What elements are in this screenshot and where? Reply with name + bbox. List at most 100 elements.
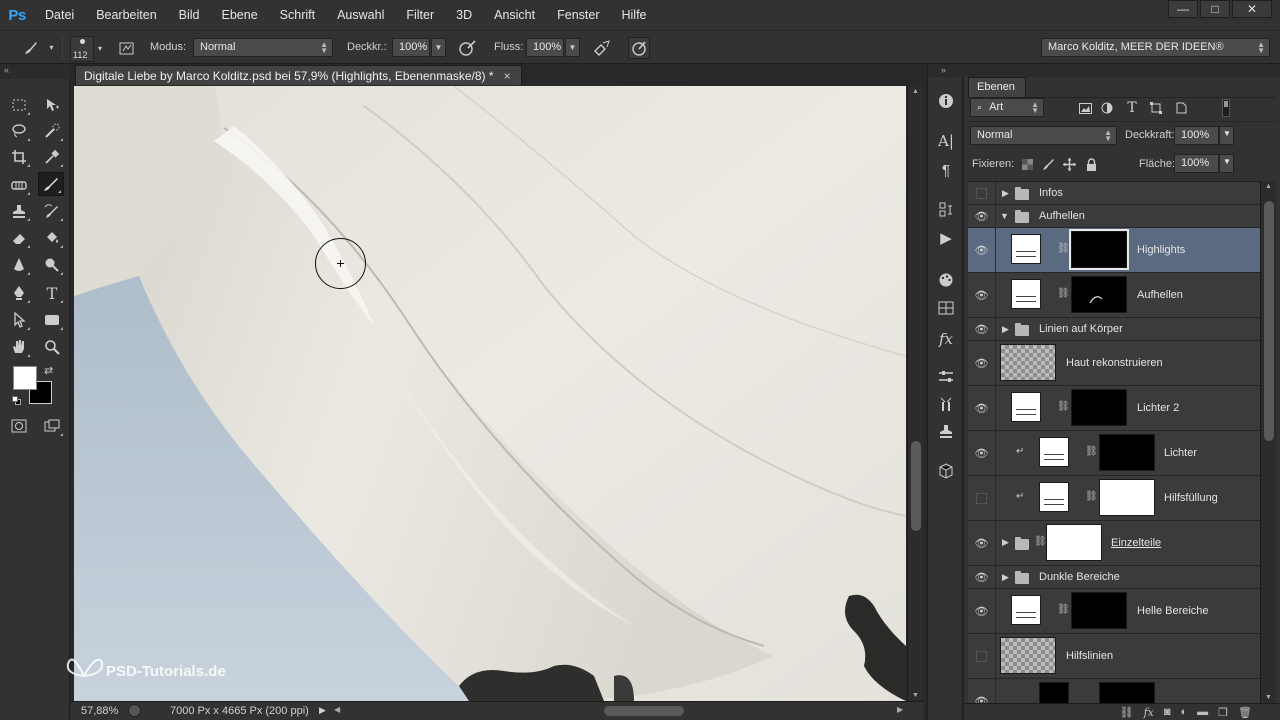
layer-row-highlights[interactable]: 👁 ⛓ Highlights xyxy=(968,228,1260,273)
brush-tool-icon[interactable] xyxy=(38,172,64,196)
eye-icon[interactable]: 👁 xyxy=(968,521,996,565)
brush-panel-toggle-icon[interactable] xyxy=(116,37,138,59)
actions-panel-icon[interactable]: ▶ xyxy=(933,226,959,250)
menu-ebene[interactable]: Ebene xyxy=(211,8,269,22)
menu-hilfe[interactable]: Hilfe xyxy=(611,8,658,22)
layer-mask-thumbnail[interactable] xyxy=(1099,682,1155,703)
layer-row-dunkle-bereiche[interactable]: 👁 ▶ Dunkle Bereiche xyxy=(968,566,1260,589)
scroll-down-icon[interactable]: ▼ xyxy=(1265,694,1272,701)
eye-icon[interactable]: 👁 xyxy=(968,273,996,317)
eye-icon[interactable]: 👁 xyxy=(968,589,996,633)
fill-dropdown[interactable]: ▼ xyxy=(1219,154,1234,173)
menu-bild[interactable]: Bild xyxy=(168,8,211,22)
paragraph-panel-icon[interactable]: ¶ xyxy=(933,158,959,182)
new-adjustment-icon[interactable]: ◐ xyxy=(1181,706,1188,718)
clone-stamp-icon[interactable] xyxy=(6,199,32,223)
brush-size-dropdown-arrow[interactable]: ▾ xyxy=(95,42,105,54)
visibility-toggle[interactable] xyxy=(968,476,996,520)
scroll-left-icon[interactable]: ◀ xyxy=(334,705,340,714)
visibility-toggle[interactable] xyxy=(968,634,996,678)
hand-tool-icon[interactable] xyxy=(6,335,32,359)
menu-schrift[interactable]: Schrift xyxy=(269,8,326,22)
eye-icon[interactable]: 👁 xyxy=(968,431,996,475)
blur-tool-icon[interactable] xyxy=(6,253,32,277)
menu-fenster[interactable]: Fenster xyxy=(546,8,610,22)
maximize-button[interactable]: □ xyxy=(1200,0,1230,18)
expand-triangle-icon[interactable]: ▶ xyxy=(1002,537,1009,548)
swap-colors-icon[interactable]: ⇄ xyxy=(44,364,53,377)
zoom-level[interactable]: 57,88% xyxy=(81,705,118,717)
status-menu-arrow-icon[interactable]: ▶ xyxy=(319,705,326,716)
layer-row-haut-rekonstruieren[interactable]: 👁 Haut rekonstruieren xyxy=(968,341,1260,386)
layer-row-lichter[interactable]: 👁 ↵ ⛓ Lichter xyxy=(968,431,1260,476)
canvas-horizontal-scroll-thumb[interactable] xyxy=(604,706,684,716)
new-layer-icon[interactable]: ❐ xyxy=(1218,706,1228,719)
adjustments-panel-icon[interactable] xyxy=(933,365,959,389)
color-panel-icon[interactable] xyxy=(933,296,959,320)
layer-row-lichter-2[interactable]: 👁 ⛓ Lichter 2 xyxy=(968,386,1260,431)
menu-datei[interactable]: Datei xyxy=(34,8,85,22)
filter-adjustment-icon[interactable] xyxy=(1098,99,1116,117)
eye-icon[interactable]: 👁 xyxy=(968,318,996,340)
airbrush-icon[interactable] xyxy=(591,37,613,59)
styles-panel-icon[interactable]: fx xyxy=(933,327,959,351)
document-canvas[interactable] xyxy=(74,86,906,701)
layer-mask-thumbnail[interactable] xyxy=(1099,434,1155,471)
scroll-up-icon[interactable]: ▲ xyxy=(1265,183,1272,190)
flow-input[interactable]: 100% xyxy=(526,38,564,57)
swatches-panel-icon[interactable] xyxy=(933,268,959,292)
canvas-vertical-scroll-thumb[interactable] xyxy=(911,441,921,531)
info-panel-icon[interactable] xyxy=(933,89,959,113)
menu-3d[interactable]: 3D xyxy=(445,8,483,22)
chain-link-icon[interactable]: ⛓ xyxy=(1034,536,1047,547)
visibility-toggle[interactable] xyxy=(968,182,996,204)
layer-mask-thumbnail[interactable] xyxy=(1069,229,1129,270)
add-mask-icon[interactable]: ◙ xyxy=(1164,706,1171,718)
fx-icon[interactable]: fx xyxy=(1144,706,1154,719)
paint-bucket-icon[interactable] xyxy=(39,226,65,250)
crop-icon[interactable] xyxy=(6,145,32,169)
layers-tab[interactable]: Ebenen xyxy=(968,77,1026,97)
lock-image-pixels-icon[interactable] xyxy=(1039,155,1057,173)
pressure-opacity-icon[interactable] xyxy=(457,37,479,59)
chain-link-icon[interactable]: ⛓ xyxy=(1057,288,1070,299)
type-tool-icon[interactable]: T xyxy=(39,281,65,305)
opacity-dropdown-arrow[interactable]: ▼ xyxy=(431,38,446,57)
character-panel-icon[interactable]: A| xyxy=(933,129,959,153)
quick-selection-icon[interactable] xyxy=(39,119,65,143)
layer-mask-thumbnail[interactable] xyxy=(1071,389,1127,426)
strip-collapse-bar[interactable]: » xyxy=(928,65,964,77)
collapse-triangle-icon[interactable]: ▼ xyxy=(1000,211,1009,221)
mode-select[interactable]: Normal ▲ ▼ xyxy=(193,38,333,57)
document-tab[interactable]: Digitale Liebe by Marco Kolditz.psd bei … xyxy=(75,65,522,85)
layer-row-partial[interactable]: 👁 xyxy=(968,679,1260,703)
menu-auswahl[interactable]: Auswahl xyxy=(326,8,395,22)
lock-transparency-icon[interactable] xyxy=(1018,155,1036,173)
layer-row-infos[interactable]: ▶ Infos xyxy=(968,182,1260,205)
group-mask-thumbnail[interactable] xyxy=(1046,524,1102,561)
layer-row-aufhellen-group[interactable]: 👁 ▼ Aufhellen xyxy=(968,205,1260,228)
lasso-icon[interactable] xyxy=(6,119,32,143)
new-group-icon[interactable]: ▬ xyxy=(1197,706,1208,718)
layer-row-linien-auf-koerper[interactable]: 👁 ▶ Linien auf Körper xyxy=(968,318,1260,341)
eye-icon[interactable]: 👁 xyxy=(968,566,996,588)
eye-icon[interactable]: 👁 xyxy=(968,386,996,430)
menu-ansicht[interactable]: Ansicht xyxy=(483,8,546,22)
layer-mask-thumbnail[interactable] xyxy=(1071,592,1127,629)
layer-mask-thumbnail[interactable] xyxy=(1071,276,1127,313)
eraser-icon[interactable] xyxy=(6,226,32,250)
rectangle-tool-icon[interactable] xyxy=(39,308,65,332)
path-selection-icon[interactable] xyxy=(6,308,32,332)
workspace-select[interactable]: Marco Kolditz, MEER DER IDEEN® ▲ ▼ xyxy=(1041,38,1270,57)
menu-filter[interactable]: Filter xyxy=(395,8,445,22)
lock-position-icon[interactable] xyxy=(1060,155,1078,173)
close-button[interactable]: ✕ xyxy=(1232,0,1272,18)
chain-link-icon[interactable]: ⛓ xyxy=(1057,604,1070,615)
screen-mode-icon[interactable] xyxy=(39,414,65,438)
default-colors-icon[interactable] xyxy=(12,396,21,405)
preset-dropdown-arrow[interactable]: ▾ xyxy=(44,38,59,57)
menu-bearbeiten[interactable]: Bearbeiten xyxy=(85,8,167,22)
zoom-tool-icon[interactable] xyxy=(39,335,65,359)
layer-row-aufhellen[interactable]: 👁 ⛓ Aufhellen xyxy=(968,273,1260,318)
panel-collapse-bar[interactable] xyxy=(964,65,1280,77)
